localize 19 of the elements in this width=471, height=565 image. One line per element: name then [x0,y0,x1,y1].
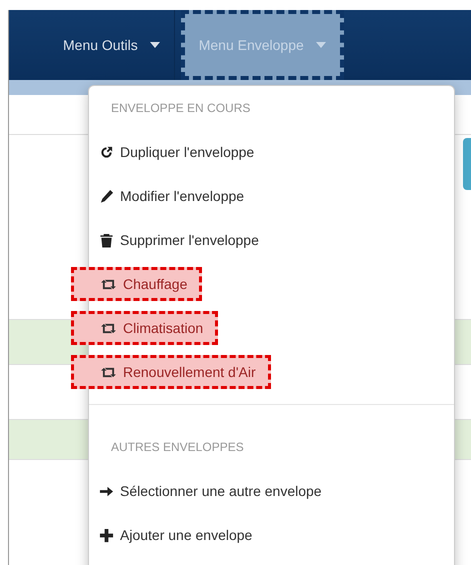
share-icon [99,144,114,160]
caret-icon [316,42,326,48]
menu-item[interactable]: Renouvellement d'Air [71,355,271,389]
caret-icon [150,42,160,48]
menu-item[interactable]: Sélectionner une autre envelope [99,480,322,502]
menu-item[interactable]: Climatisation [71,311,218,345]
retweet-icon [100,366,117,378]
trash-icon [99,232,114,248]
pencil-icon [99,188,114,204]
menu-item[interactable]: Modifier l'enveloppe [99,186,244,206]
menu-item[interactable]: Supprimer l'enveloppe [99,230,259,250]
plus-icon [99,528,114,542]
retweet-icon [100,322,117,334]
section-header: ENVELOPPE EN COURS [110,100,252,117]
retweet-icon [100,278,117,290]
section-header: AUTRES ENVELOPPES [110,439,245,456]
menu-item[interactable]: Chauffage [71,267,202,301]
menu-item[interactable]: Dupliquer l'enveloppe [99,142,254,162]
menu-item[interactable]: Ajouter une envelope [99,524,252,546]
